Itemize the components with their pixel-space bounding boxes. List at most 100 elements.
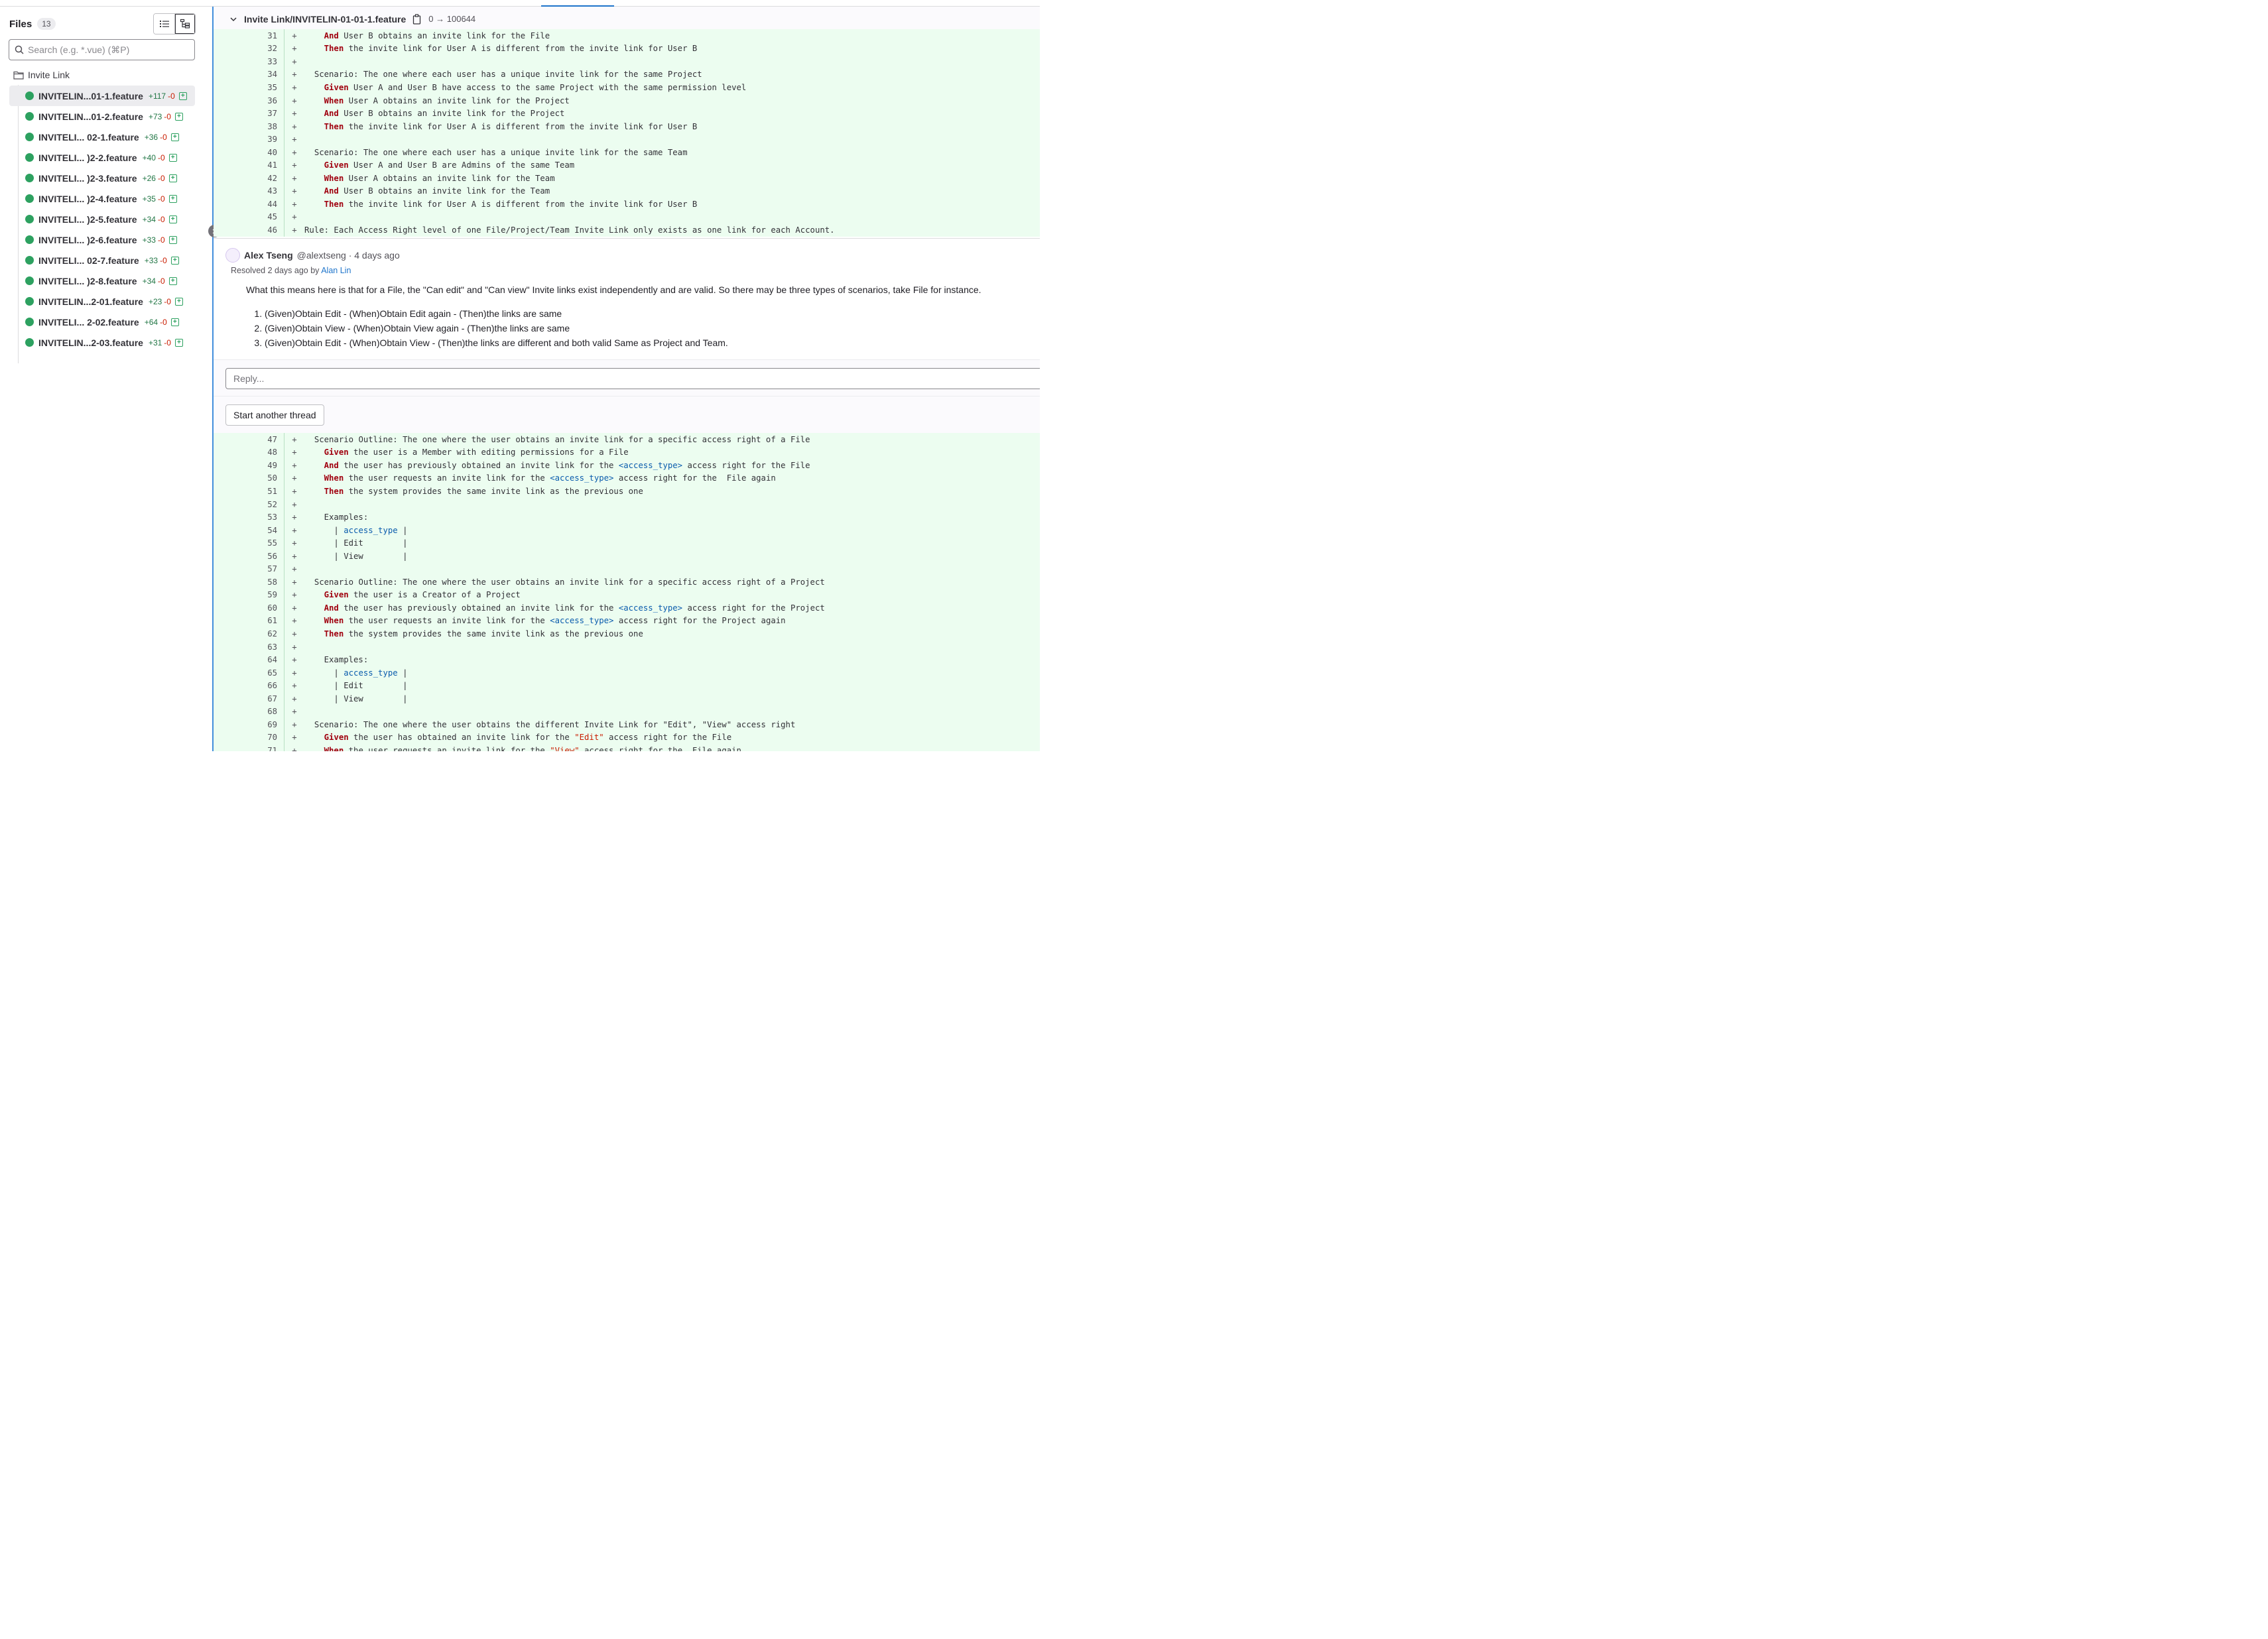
file-item[interactable]: INVITELI... )2-6.feature +33 -0 + [9,229,195,250]
file-item[interactable]: INVITELIN...01-2.feature +73 -0 + [9,106,195,127]
chevron-down-icon[interactable] [229,15,237,23]
file-removed-count: -0 [164,296,171,306]
new-line-number[interactable]: 39 [240,135,279,144]
code-text: the user requests an invite link for the [344,473,550,483]
new-line-number[interactable]: 31 [240,31,279,40]
folder-invite-link[interactable]: Invite Link [13,68,70,82]
copy-path-icon[interactable] [412,13,422,25]
new-line-number[interactable]: 59 [240,590,279,599]
new-line-number[interactable]: 61 [240,616,279,625]
file-added-status-icon: + [168,174,177,182]
new-line-number[interactable]: 67 [240,694,279,703]
new-line-number[interactable]: 40 [240,148,279,157]
file-removed-count: -0 [164,111,171,121]
code-content: Then the invite link for User A is diffe… [304,200,1040,209]
file-item[interactable]: INVITELI... )2-5.feature +34 -0 + [9,209,195,229]
file-item[interactable]: INVITELI... 02-1.feature +36 -0 + [9,127,195,147]
file-item[interactable]: INVITELIN...2-01.feature +23 -0 + [9,291,195,312]
resolved-by-link[interactable]: Alan Lin [321,266,351,275]
file-item[interactable]: INVITELIN...01-1.feature +117 -0 + [9,86,195,106]
new-line-number[interactable]: 63 [240,642,279,652]
new-line-number[interactable]: 53 [240,513,279,522]
new-line-number[interactable]: 42 [240,174,279,183]
file-tree-sidebar: Files 13 I [0,7,212,751]
file-item[interactable]: INVITELI... )2-3.feature +26 -0 + [9,168,195,188]
diff-line: 60 + And the user has previously obtained… [214,601,1040,615]
file-item[interactable]: INVITELI... )2-2.feature +40 -0 + [9,147,195,168]
diff-line: 37 + And User B obtains an invite link fo… [214,107,1040,120]
file-added-count: +26 [142,173,156,183]
new-line-number[interactable]: 69 [240,720,279,729]
new-line-number[interactable]: 71 [240,746,279,751]
gherkin-keyword: And [324,603,339,613]
code-text: Scenario Outline: [314,434,398,444]
new-line-number[interactable]: 36 [240,96,279,105]
new-line-number[interactable]: 52 [240,500,279,509]
code-content: Scenario: The one where each user has a … [304,70,1040,79]
new-line-number[interactable]: 58 [240,577,279,587]
tree-view-button[interactable] [174,14,195,34]
file-item[interactable]: INVITELI... 02-7.feature +33 -0 + [9,250,195,271]
diff-line: 69 + Scenario: The one where the user obt… [214,718,1040,731]
new-line-number[interactable]: 55 [240,538,279,548]
file-name: INVITELIN...01-2.feature [38,111,143,122]
new-line-number[interactable]: 46 [240,225,279,235]
new-line-number[interactable]: 62 [240,629,279,638]
file-removed-count: -0 [157,235,165,245]
file-name: INVITELIN...2-03.feature [38,337,143,348]
reply-input[interactable] [233,373,1029,384]
new-line-number[interactable]: 50 [240,473,279,483]
new-line-number[interactable]: 49 [240,461,279,470]
new-line-number[interactable]: 37 [240,109,279,118]
avatar[interactable] [225,248,240,263]
placeholder-token: <access_type> [550,616,614,626]
file-item[interactable]: INVITELI... )2-4.feature +35 -0 + [9,188,195,209]
added-marker: + [292,577,297,587]
start-another-thread-button[interactable]: Start another thread [225,404,324,426]
file-added-status-icon: + [178,91,187,100]
new-line-number[interactable]: 66 [240,681,279,690]
diff-line: 41 + Given User A and User B are Admins o… [214,158,1040,172]
added-marker: + [292,525,297,535]
list-view-button[interactable] [154,14,174,34]
new-line-number[interactable]: 34 [240,70,279,79]
gherkin-keyword: And [324,30,339,40]
note-author[interactable]: Alex Tseng [244,250,293,261]
file-name: INVITELI... )2-3.feature [38,172,137,184]
new-line-number[interactable]: 54 [240,526,279,535]
file-name: INVITELIN...2-01.feature [38,296,143,307]
new-line-number[interactable]: 70 [240,733,279,742]
new-line-number[interactable]: 48 [240,448,279,457]
code-text: the user has previously obtained an invi… [338,460,619,470]
new-line-number[interactable]: 32 [240,44,279,53]
code-text: the user requests an invite link for the [344,745,550,751]
diff-line: 48 + Given the user is a Member with edit… [214,446,1040,459]
new-line-number[interactable]: 57 [240,564,279,574]
new-line-number[interactable]: 41 [240,160,279,170]
file-search-input[interactable] [28,44,187,55]
new-line-number[interactable]: 38 [240,122,279,131]
new-line-number[interactable]: 65 [240,668,279,678]
gherkin-keyword: Given [324,733,349,743]
new-line-number[interactable]: 60 [240,603,279,613]
new-line-number[interactable]: 44 [240,200,279,209]
file-item[interactable]: INVITELI... )2-8.feature +34 -0 + [9,271,195,291]
new-line-number[interactable]: 45 [240,212,279,221]
new-line-number[interactable]: 35 [240,83,279,92]
new-line-number[interactable]: 33 [240,57,279,66]
files-title: Files [9,18,32,30]
code-text: | View | [304,694,408,703]
gherkin-keyword: Given [324,82,349,92]
new-line-number[interactable]: 68 [240,707,279,716]
file-item[interactable]: INVITELIN...2-03.feature +31 -0 + [9,332,195,353]
file-item[interactable]: INVITELI... 2-02.feature +64 -0 + [9,312,195,332]
new-line-number[interactable]: 51 [240,487,279,496]
new-line-number[interactable]: 56 [240,552,279,561]
new-line-number[interactable]: 64 [240,655,279,664]
new-line-number[interactable]: 43 [240,186,279,196]
new-line-number[interactable]: 47 [240,435,279,444]
file-name: INVITELI... )2-6.feature [38,234,137,245]
